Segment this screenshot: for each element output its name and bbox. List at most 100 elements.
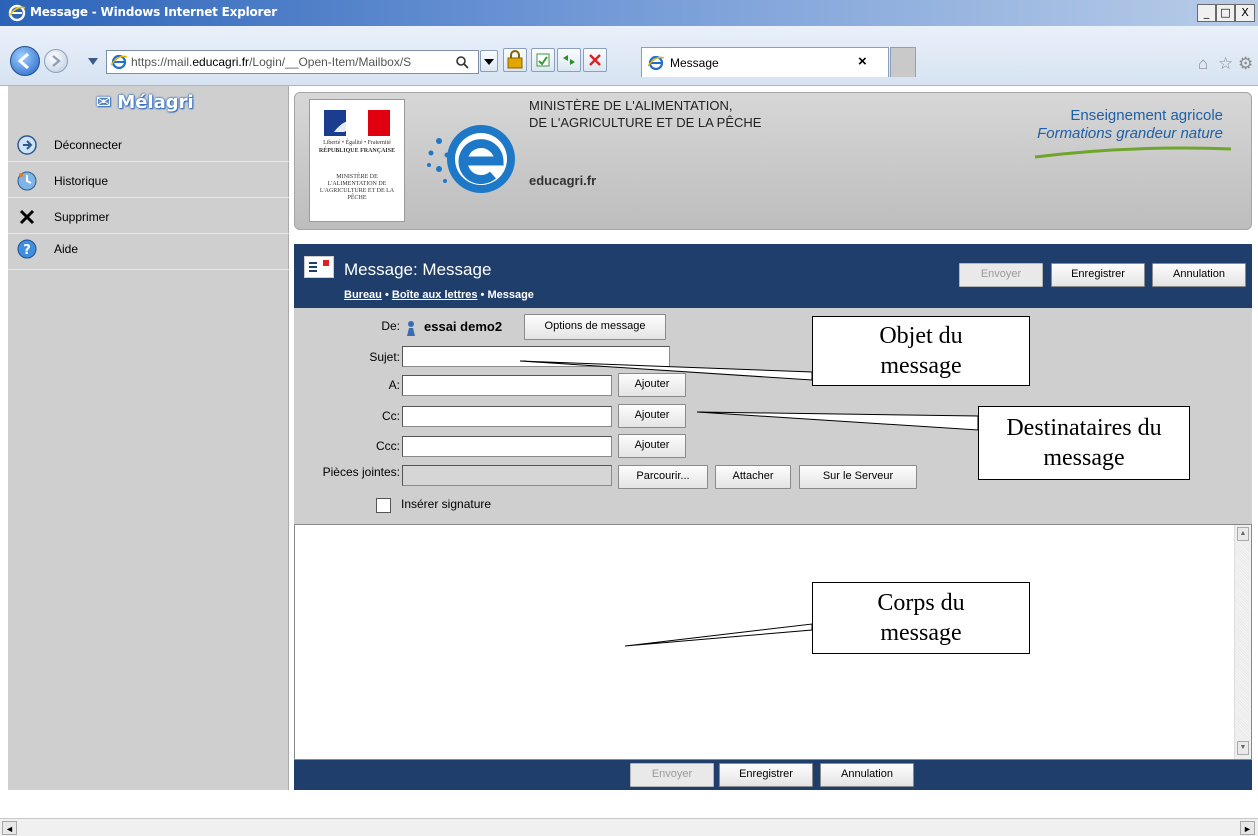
- cc-input[interactable]: [402, 406, 612, 427]
- message-body-editor[interactable]: ▲ ▼: [294, 524, 1252, 760]
- sidebar-item-historique[interactable]: Historique: [8, 164, 289, 198]
- sidebar-item-label: Historique: [54, 174, 109, 188]
- attach-button[interactable]: Attacher: [715, 465, 791, 489]
- window-title: Message - Windows Internet Explorer: [30, 5, 277, 19]
- compose-title: Message: Message: [344, 260, 492, 279]
- signature-label: Insérer signature: [401, 497, 492, 511]
- address-dropdown-button[interactable]: [480, 50, 498, 72]
- browser-toolbar: https://mail.educagri.fr/Login/__Open-It…: [0, 26, 1258, 86]
- gear-icon[interactable]: ⚙: [1238, 54, 1253, 74]
- add-bcc-button[interactable]: Ajouter: [618, 434, 686, 458]
- add-to-button[interactable]: Ajouter: [618, 373, 686, 397]
- from-label: De:: [381, 319, 400, 333]
- add-cc-button[interactable]: Ajouter: [618, 404, 686, 428]
- sidebar-item-aide[interactable]: ? Aide: [8, 236, 289, 270]
- subject-input[interactable]: [402, 346, 670, 367]
- scroll-right-button[interactable]: ►: [1240, 821, 1255, 835]
- window-titlebar: Message - Windows Internet Explorer _ □ …: [0, 0, 1258, 26]
- bcc-input[interactable]: [402, 436, 612, 457]
- breadcrumb: Bureau • Boîte aux lettres • Message: [344, 289, 534, 301]
- address-bar[interactable]: https://mail.educagri.fr/Login/__Open-It…: [106, 50, 479, 74]
- browse-button[interactable]: Parcourir...: [618, 465, 708, 489]
- annotation-body: Corps du message: [812, 582, 1030, 654]
- to-input[interactable]: [402, 375, 612, 396]
- svg-text:?: ?: [23, 243, 31, 258]
- annotation-subject-line1: Objet du: [879, 323, 963, 349]
- compose-footer: Envoyer Enregistrer Annulation: [294, 760, 1252, 790]
- tab-ie-icon: [648, 55, 664, 71]
- educagri-domain: educagri.fr: [529, 173, 597, 188]
- breadcrumb-separator: •: [477, 289, 488, 301]
- breadcrumb-bureau[interactable]: Bureau: [344, 289, 382, 301]
- green-swoosh-icon: [1034, 146, 1232, 159]
- maximize-button[interactable]: □: [1216, 4, 1235, 22]
- send-button-bottom[interactable]: Envoyer: [630, 763, 714, 787]
- close-window-button[interactable]: X: [1235, 4, 1255, 22]
- republique-francaise-logo: Liberté • Égalité • Fraternité RÉPUBLIQU…: [309, 99, 405, 222]
- annotation-recipients-line2: message: [1043, 445, 1125, 471]
- tab-message[interactable]: Message ×: [641, 47, 889, 77]
- save-button-bottom[interactable]: Enregistrer: [719, 763, 813, 787]
- tab-close-button[interactable]: ×: [858, 53, 867, 70]
- scroll-down-button[interactable]: ▼: [1237, 741, 1249, 755]
- annotation-body-line1: Corps du: [877, 590, 965, 616]
- scroll-up-button[interactable]: ▲: [1237, 527, 1249, 541]
- minimize-button[interactable]: _: [1197, 4, 1216, 22]
- message-icon: [304, 256, 334, 278]
- compatibility-icon: [536, 53, 550, 67]
- back-arrow-icon: [17, 52, 29, 70]
- rf-ministere: MINISTÈRE DE L'ALIMENTATION DE L'AGRICUL…: [319, 174, 395, 201]
- url-domain: educagri.fr: [192, 55, 250, 69]
- back-button[interactable]: [10, 46, 40, 76]
- breadcrumb-mailbox[interactable]: Boîte aux lettres: [392, 289, 478, 301]
- enseignement-slogan: Formations grandeur nature: [1037, 125, 1223, 142]
- cancel-button[interactable]: Annulation: [1152, 263, 1246, 287]
- ie-page-icon: [111, 54, 127, 70]
- marianne-flag-icon: [324, 110, 390, 136]
- annotation-recipients-line1: Destinataires du: [1006, 415, 1162, 441]
- compatibility-button[interactable]: [531, 48, 555, 72]
- ministry-banner: Liberté • Égalité • Fraternité RÉPUBLIQU…: [294, 92, 1252, 230]
- sidebar: ✉ Mélagri Déconnecter Historique Supprim…: [8, 86, 289, 790]
- search-icon[interactable]: [455, 55, 469, 69]
- annotation-body-line2: message: [880, 620, 962, 646]
- body-scrollbar[interactable]: ▲ ▼: [1234, 525, 1251, 759]
- ministry-line-1: MINISTÈRE DE L'ALIMENTATION,: [529, 98, 733, 113]
- sidebar-item-deconnecter[interactable]: Déconnecter: [8, 128, 289, 162]
- history-icon: [17, 171, 37, 191]
- tab-title: Message: [670, 56, 719, 70]
- user-icon: [407, 321, 415, 336]
- page-horizontal-scrollbar[interactable]: ◄ ►: [0, 818, 1258, 836]
- from-server-button[interactable]: Sur le Serveur: [799, 465, 917, 489]
- send-button[interactable]: Envoyer: [959, 263, 1043, 287]
- annotation-subject-line2: message: [880, 353, 962, 379]
- refresh-icon: [563, 55, 575, 65]
- home-icon[interactable]: ⌂: [1198, 54, 1208, 74]
- signature-checkbox[interactable]: [376, 498, 391, 513]
- new-tab-button[interactable]: [890, 47, 916, 77]
- message-options-button[interactable]: Options de message: [524, 314, 666, 340]
- compose-header: Message: Message Bureau • Boîte aux lett…: [294, 244, 1252, 308]
- delete-icon: [19, 209, 35, 225]
- enseignement-title: Enseignement agricole: [1070, 107, 1223, 124]
- breadcrumb-current: Message: [487, 289, 534, 301]
- stop-button[interactable]: [583, 48, 607, 72]
- rf-republique: RÉPUBLIQUE FRANÇAISE: [318, 148, 396, 154]
- favorites-star-icon[interactable]: ☆: [1218, 54, 1233, 74]
- attachment-path-field[interactable]: [402, 465, 612, 486]
- enseignement-agricole: Enseignement agricole Formations grandeu…: [1037, 107, 1223, 143]
- save-button[interactable]: Enregistrer: [1051, 263, 1145, 287]
- cancel-button-bottom[interactable]: Annulation: [820, 763, 914, 787]
- history-dropdown-icon[interactable]: [88, 58, 98, 66]
- subject-label: Sujet:: [369, 350, 400, 364]
- scroll-left-button[interactable]: ◄: [2, 821, 17, 835]
- sidebar-item-supprimer[interactable]: Supprimer: [8, 200, 289, 234]
- breadcrumb-separator: •: [381, 289, 392, 301]
- security-lock-button[interactable]: [503, 48, 527, 72]
- refresh-button[interactable]: [557, 48, 581, 72]
- forward-arrow-icon: [52, 55, 61, 67]
- annotation-recipients: Destinataires du message: [978, 406, 1190, 480]
- ministry-line-2: DE L'AGRICULTURE ET DE LA PÊCHE: [529, 115, 762, 130]
- logout-icon: [17, 135, 37, 155]
- forward-button[interactable]: [44, 49, 68, 73]
